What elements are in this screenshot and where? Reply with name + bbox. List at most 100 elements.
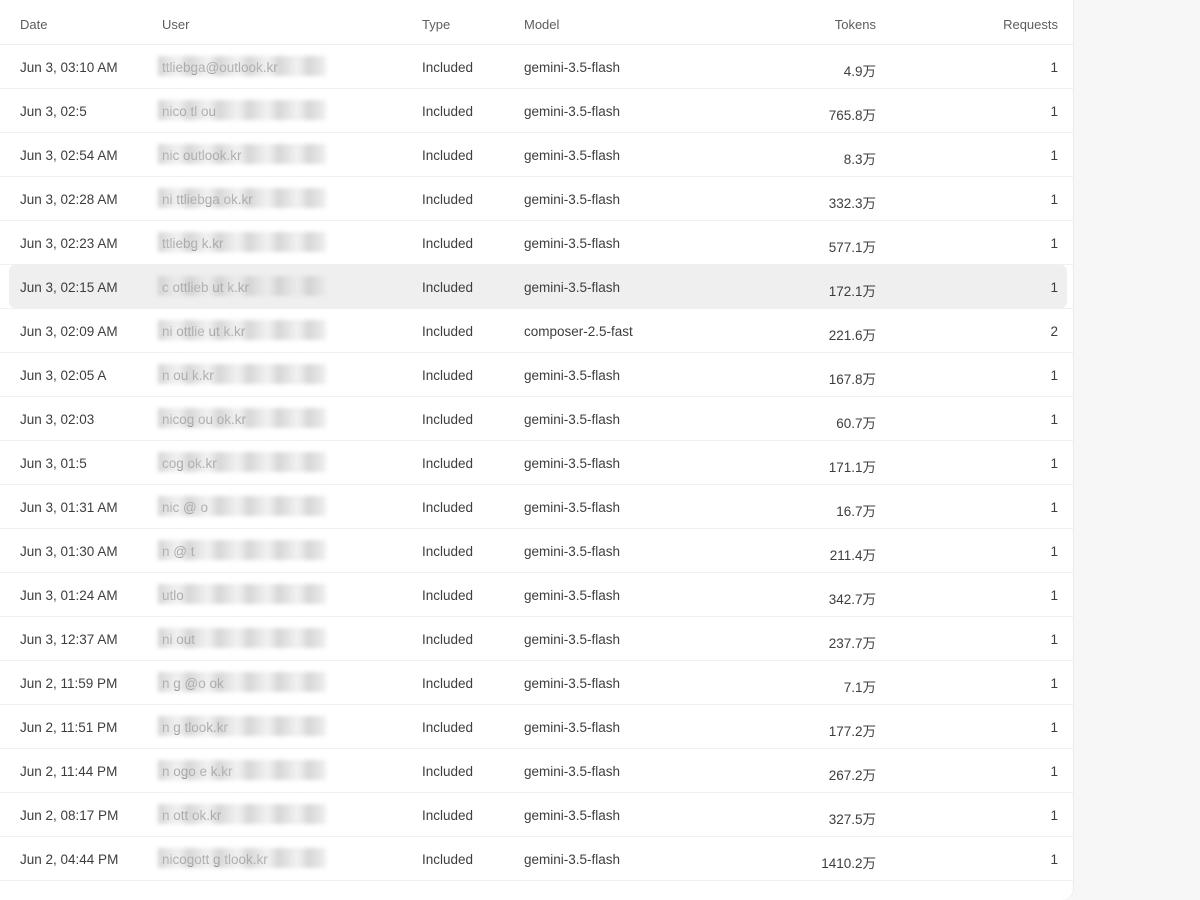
cell-tokens: 327.5万 <box>828 812 876 827</box>
table-row[interactable]: Jun 3, 01:24 AM utlo Included gemini-3.5-fl… <box>0 573 1073 617</box>
table-row[interactable]: Jun 2, 08:17 PM n ott ok.kr Included gemini… <box>0 793 1073 837</box>
cell-type: Included <box>422 368 474 383</box>
cell-tokens: 171.1万 <box>828 460 876 475</box>
table-row[interactable]: Jun 3, 02:05 A n ou k.kr Included gemini-3.… <box>0 353 1073 397</box>
cell-type: Included <box>422 324 474 339</box>
redaction-blur <box>158 320 326 340</box>
table-row[interactable]: Jun 3, 02:5 nico tl ou Included gemini-3.5-… <box>0 89 1073 133</box>
redaction-blur <box>158 540 326 560</box>
cell-tokens: 172.1万 <box>828 284 876 299</box>
cell-model: gemini-3.5-flash <box>524 852 621 867</box>
cell-type: Included <box>422 808 474 823</box>
cell-user: n ott ok.kr <box>158 804 326 824</box>
column-header-requests[interactable]: Requests <box>1003 17 1058 32</box>
redaction-blur <box>158 628 326 648</box>
cell-requests: 1 <box>1050 676 1058 691</box>
table-row[interactable]: Jun 3, 12:37 AM ni out Included gemini-3.5-… <box>0 617 1073 661</box>
cell-user: nicog ou ok.kr <box>158 408 326 428</box>
cell-date: Jun 3, 02:15 AM <box>20 280 118 295</box>
cell-type: Included <box>422 632 474 647</box>
cell-tokens: 8.3万 <box>843 152 876 167</box>
cell-tokens: 16.7万 <box>836 504 876 519</box>
cell-requests: 1 <box>1050 544 1058 559</box>
table-header: Date User Type Model Tokens Requests <box>0 0 1073 45</box>
table-row[interactable]: Jun 2, 11:59 PM n g @o ok Included gemini-3… <box>0 661 1073 705</box>
cell-model: gemini-3.5-flash <box>524 720 621 735</box>
table-row[interactable]: Jun 3, 02:09 AM ni ottlie ut k.kr Included… <box>0 309 1073 353</box>
cell-requests: 1 <box>1050 104 1058 119</box>
cell-user: n ogo e k.kr <box>158 760 326 780</box>
cell-date: Jun 3, 02:28 AM <box>20 192 118 207</box>
table-row[interactable]: Jun 3, 02:23 AM ttliebg k.kr Included gemin… <box>0 221 1073 265</box>
cell-type: Included <box>422 412 474 427</box>
cell-date: Jun 3, 03:10 AM <box>20 60 118 75</box>
cell-requests: 1 <box>1050 456 1058 471</box>
cell-tokens: 577.1万 <box>828 240 876 255</box>
table-row[interactable]: Jun 2, 11:44 PM n ogo e k.kr Included gemin… <box>0 749 1073 793</box>
table-row[interactable]: Jun 3, 01:31 AM nic @ o Included gemini-3.5… <box>0 485 1073 529</box>
cell-tokens: 211.4万 <box>829 548 876 563</box>
column-header-user[interactable]: User <box>162 17 189 32</box>
cell-date: Jun 2, 11:51 PM <box>20 720 118 735</box>
table-row[interactable]: Jun 3, 03:10 AM ttliebga@outlook.kr Includ… <box>0 45 1073 89</box>
column-header-type[interactable]: Type <box>422 17 450 32</box>
table-row[interactable]: Jun 3, 01:5 cog ok.kr Included gemini-3.5-f… <box>0 441 1073 485</box>
cell-requests: 1 <box>1050 60 1058 75</box>
column-header-date[interactable]: Date <box>20 17 47 32</box>
table-row[interactable]: Jun 2, 04:44 PM nicogott g tlook.kr Includ… <box>0 837 1073 881</box>
cell-requests: 1 <box>1050 148 1058 163</box>
cell-user: c ottlieb ut k.kr <box>158 276 326 296</box>
table-row[interactable]: Jun 3, 02:28 AM ni ttliebga ok.kr Included… <box>0 177 1073 221</box>
cell-date: Jun 3, 02:5 <box>20 104 87 119</box>
cell-date: Jun 3, 02:05 A <box>20 368 107 383</box>
cell-date: Jun 3, 01:30 AM <box>20 544 118 559</box>
cell-model: gemini-3.5-flash <box>524 236 621 251</box>
cell-tokens: 267.2万 <box>828 768 876 783</box>
cell-user: nicogott g tlook.kr <box>158 848 326 868</box>
table-body: Jun 3, 03:10 AM ttliebga@outlook.kr Includ… <box>0 45 1073 881</box>
cell-date: Jun 3, 02:09 AM <box>20 324 118 339</box>
cell-type: Included <box>422 456 474 471</box>
cell-model: gemini-3.5-flash <box>524 588 621 603</box>
cell-model: gemini-3.5-flash <box>524 544 621 559</box>
cell-user: n @ t <box>158 540 326 560</box>
table-row[interactable]: Jun 3, 02:15 AM c ottlieb ut k.kr Included… <box>0 265 1073 309</box>
cell-date: Jun 3, 01:31 AM <box>20 500 118 515</box>
redaction-blur <box>158 100 326 120</box>
redaction-blur <box>158 452 326 472</box>
cell-user: ni ttliebga ok.kr <box>158 188 326 208</box>
cell-tokens: 4.9万 <box>843 64 876 79</box>
cell-type: Included <box>422 588 474 603</box>
redaction-blur <box>158 56 326 76</box>
table-row[interactable]: Jun 3, 01:30 AM n @ t Included gemini-3.5-f… <box>0 529 1073 573</box>
cell-date: Jun 2, 11:59 PM <box>20 676 118 691</box>
column-header-tokens[interactable]: Tokens <box>835 17 876 32</box>
redaction-blur <box>158 188 326 208</box>
cell-tokens: 167.8万 <box>828 372 876 387</box>
cell-user: n ou k.kr <box>158 364 326 384</box>
cell-model: gemini-3.5-flash <box>524 60 621 75</box>
cell-type: Included <box>422 852 474 867</box>
table-row[interactable]: Jun 3, 02:54 AM nic outlook.kr Included gem… <box>0 133 1073 177</box>
cell-tokens: 342.7万 <box>828 592 876 607</box>
redaction-blur <box>158 716 326 736</box>
table-row[interactable]: Jun 3, 02:03 nicog ou ok.kr Included gemini… <box>0 397 1073 441</box>
cell-user: nic outlook.kr <box>158 144 326 164</box>
cell-type: Included <box>422 764 474 779</box>
redaction-blur <box>158 672 326 692</box>
table-row[interactable]: Jun 2, 11:51 PM n g tlook.kr Included gemin… <box>0 705 1073 749</box>
cell-requests: 1 <box>1050 368 1058 383</box>
column-header-model[interactable]: Model <box>524 17 559 32</box>
cell-requests: 1 <box>1050 588 1058 603</box>
cell-tokens: 177.2万 <box>828 724 876 739</box>
cell-model: gemini-3.5-flash <box>524 456 621 471</box>
cell-model: gemini-3.5-flash <box>524 632 621 647</box>
usage-table-card: Date User Type Model Tokens Requests Jun… <box>0 0 1074 900</box>
cell-user: ni out <box>158 628 326 648</box>
cell-date: Jun 3, 02:54 AM <box>20 148 118 163</box>
cell-requests: 2 <box>1050 324 1058 339</box>
cell-user: nico tl ou <box>158 100 326 120</box>
cell-tokens: 237.7万 <box>828 636 876 651</box>
cell-type: Included <box>422 104 474 119</box>
redaction-blur <box>158 144 326 164</box>
